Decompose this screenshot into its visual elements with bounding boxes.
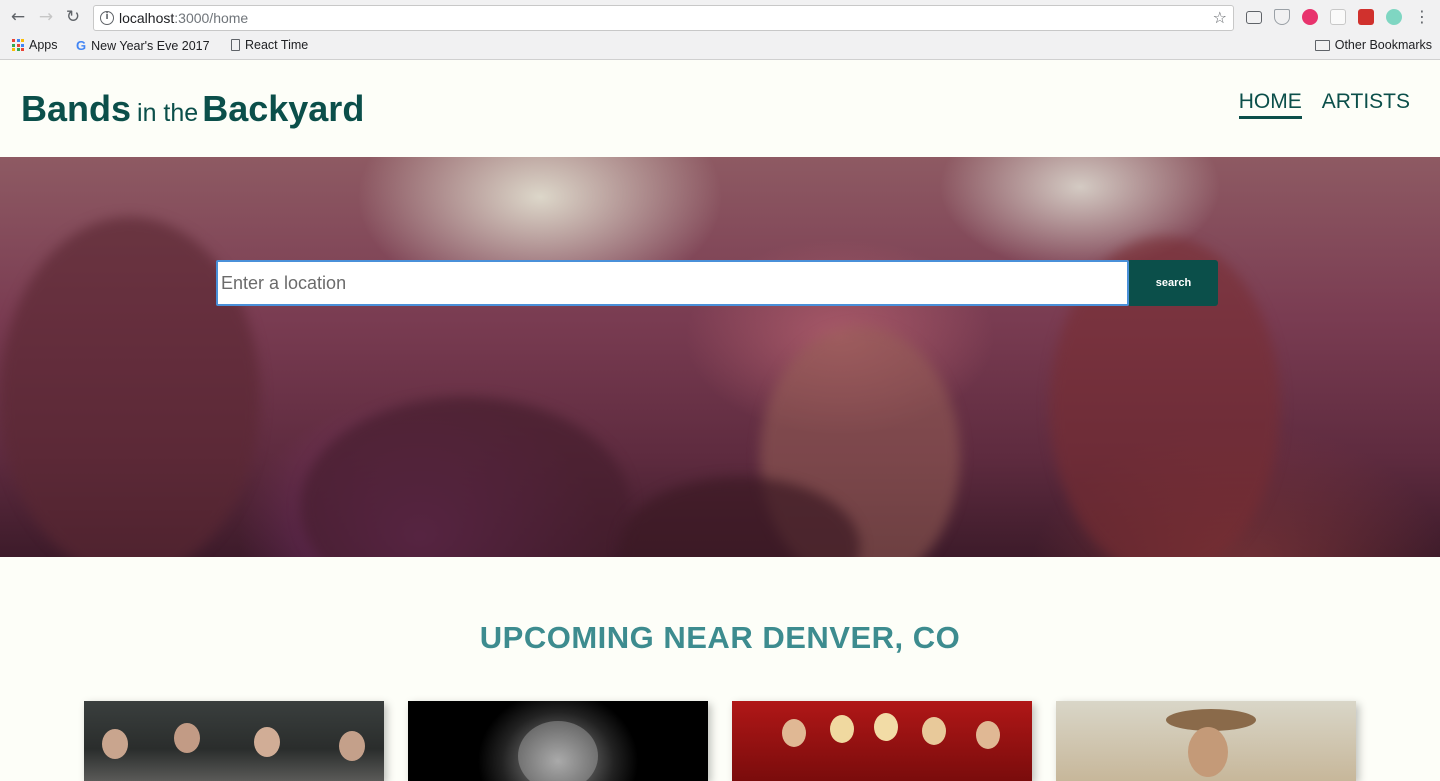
bookmark-star-icon[interactable]: ☆ — [1213, 8, 1227, 27]
logo-word-backyard: Backyard — [202, 88, 365, 129]
bookmark-label: Apps — [29, 38, 58, 52]
shield-extension-icon[interactable] — [1274, 9, 1290, 25]
folder-icon — [1314, 39, 1330, 51]
band-photo-red — [782, 719, 806, 747]
event-card[interactable] — [84, 701, 384, 781]
bookmark-label: New Year's Eve 2017 — [91, 38, 210, 53]
logo-connector: in the — [137, 99, 199, 127]
cast-icon[interactable] — [1246, 11, 1262, 24]
extension-green-icon[interactable] — [1386, 9, 1402, 25]
bookmark-new-years-eve[interactable]: G New Year's Eve 2017 — [76, 38, 210, 53]
extension-blank-icon[interactable] — [1330, 9, 1346, 25]
bookmark-apps[interactable]: Apps — [12, 38, 58, 52]
event-card[interactable] — [408, 701, 708, 781]
forward-arrow-icon[interactable]: → — [36, 7, 56, 27]
search-button[interactable]: search — [1129, 260, 1218, 306]
bookmarks-bar: Apps G New Year's Eve 2017 React Time Ot… — [0, 34, 1440, 59]
band-photo-group — [102, 729, 128, 759]
artist-photo-bw — [518, 721, 598, 781]
crowd-silhouette — [300, 397, 630, 557]
apps-grid-icon — [12, 39, 24, 51]
nav-home[interactable]: HOME — [1238, 90, 1302, 119]
other-bookmarks[interactable]: Other Bookmarks — [1314, 38, 1432, 52]
location-search: search — [216, 260, 1218, 306]
google-icon: G — [76, 38, 87, 53]
page-icon — [231, 39, 240, 51]
site-header: Bands in the Backyard HOME ARTISTS — [0, 60, 1440, 157]
extension-red-icon[interactable] — [1358, 9, 1374, 25]
event-card[interactable] — [1056, 701, 1356, 781]
bookmark-react-time[interactable]: React Time — [231, 38, 308, 52]
event-card[interactable] — [732, 701, 1032, 781]
site-logo[interactable]: Bands in the Backyard — [21, 88, 364, 130]
browser-toolbar: ← → ↻ i localhost:3000/home ☆ ⋮ — [0, 0, 1440, 34]
address-bar[interactable]: i localhost:3000/home ☆ — [93, 5, 1234, 31]
logo-word-bands: Bands — [21, 88, 132, 129]
location-input[interactable] — [216, 260, 1129, 306]
other-bookmarks-label: Other Bookmarks — [1334, 38, 1432, 52]
info-icon[interactable]: i — [100, 11, 114, 25]
upcoming-heading: UPCOMING NEAR DENVER, CO — [479, 620, 961, 655]
address-url[interactable]: localhost:3000/home — [119, 10, 248, 26]
nav-artists[interactable]: ARTISTS — [1322, 90, 1410, 119]
extension-pink-icon[interactable] — [1302, 9, 1318, 25]
main-nav: HOME ARTISTS — [1238, 90, 1410, 119]
browser-chrome: ← → ↻ i localhost:3000/home ☆ ⋮ Apps G N… — [0, 0, 1440, 60]
bookmark-label: React Time — [245, 38, 309, 52]
browser-menu-icon[interactable]: ⋮ — [1414, 7, 1430, 26]
back-arrow-icon[interactable]: ← — [8, 7, 28, 27]
hero-banner: search — [0, 157, 1440, 557]
reload-icon[interactable]: ↻ — [63, 7, 83, 27]
